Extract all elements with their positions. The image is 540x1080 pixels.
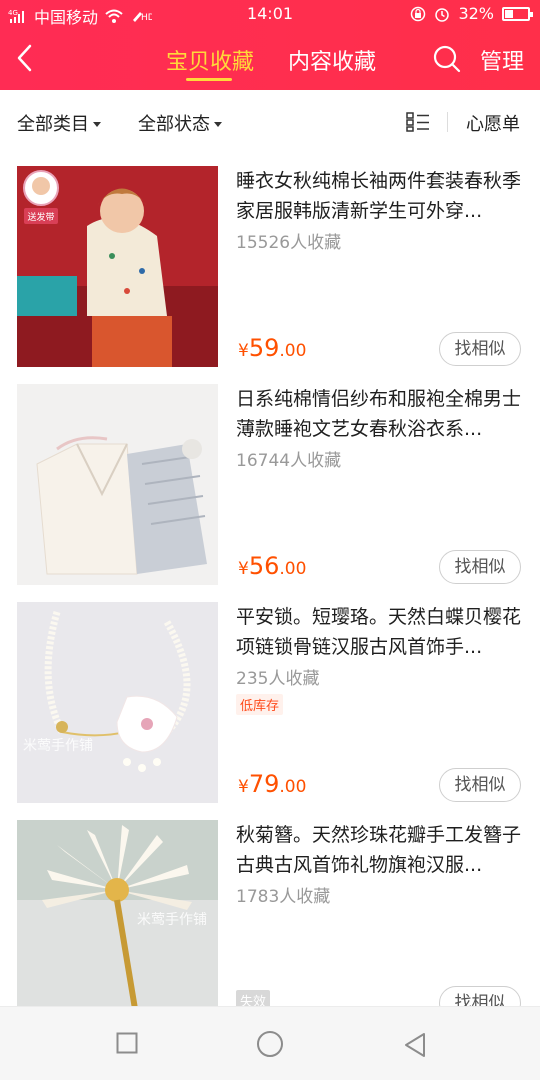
image-watermark: 米莺手作铺 <box>137 912 207 928</box>
currency-symbol: ¥ <box>238 777 249 797</box>
price-integer: 59 <box>248 334 280 362</box>
product-price: ¥79.00 <box>238 770 306 798</box>
product-title[interactable]: 平安锁。短璎珞。天然白蝶贝樱花项链锁骨链汉服古风首饰手... <box>236 602 522 662</box>
favorite-count: 16744人收藏 <box>236 451 342 471</box>
list-item[interactable]: 日系纯棉情侣纱布和服袍全棉男士薄款睡袍文艺女春秋浴衣系... 16744人收藏 … <box>0 370 540 588</box>
favorite-count: 1783人收藏 <box>236 887 331 907</box>
product-image[interactable]: 送发带 <box>17 166 218 367</box>
category-filter[interactable]: 全部类目 <box>17 110 101 136</box>
category-filter-label: 全部类目 <box>17 114 89 135</box>
find-similar-button[interactable]: 找相似 <box>439 768 521 802</box>
search-icon[interactable] <box>432 44 462 74</box>
tab-item-favorites[interactable]: 宝贝收藏 <box>166 44 254 76</box>
system-nav-bar <box>0 1006 540 1080</box>
list-view-icon[interactable] <box>406 112 430 132</box>
product-image[interactable]: 米莺手作铺 <box>17 820 218 1006</box>
price-decimal: .00 <box>279 777 307 797</box>
lock-rotation-icon <box>411 6 426 21</box>
favorite-count: 235人收藏 <box>236 669 320 689</box>
find-similar-button[interactable]: 找相似 <box>439 332 521 366</box>
filter-bar: 全部类目 全部状态 心愿单 <box>0 90 540 152</box>
product-title[interactable]: 睡衣女秋纯棉长袖两件套装春秋季家居服韩版清新学生可外穿... <box>236 166 522 226</box>
active-tab-indicator <box>186 78 232 81</box>
product-price: ¥59.00 <box>238 334 306 362</box>
favorite-count: 15526人收藏 <box>236 233 342 253</box>
price-decimal: .00 <box>279 341 307 361</box>
favorites-list: 送发带 睡衣女秋纯棉长袖两件套装春秋季家居服韩版清新学生可外穿... 15526… <box>0 152 540 1006</box>
price-decimal: .00 <box>279 559 307 579</box>
low-stock-tag: 低库存 <box>236 694 284 715</box>
top-header: 4G 中国移动 HD 14:01 32% 宝贝收藏 内容收藏 管理 <box>0 0 540 90</box>
currency-symbol: ¥ <box>238 341 249 361</box>
wishlist-link[interactable]: 心愿单 <box>466 110 520 136</box>
caret-down-icon <box>214 121 222 127</box>
caret-down-icon <box>93 121 101 127</box>
currency-symbol: ¥ <box>238 559 249 579</box>
square-nav-icon[interactable] <box>116 1032 138 1054</box>
image-watermark: 米莺手作铺 <box>23 738 93 754</box>
product-price: ¥56.00 <box>238 552 306 580</box>
price-integer: 56 <box>248 552 280 580</box>
status-filter[interactable]: 全部状态 <box>138 110 222 136</box>
list-item[interactable]: 送发带 睡衣女秋纯棉长袖两件套装春秋季家居服韩版清新学生可外穿... 15526… <box>0 152 540 370</box>
back-icon[interactable] <box>12 42 40 74</box>
circle-nav-icon[interactable] <box>256 1030 284 1058</box>
status-bar: 4G 中国移动 HD 14:01 32% <box>0 0 540 28</box>
tab-content-favorites[interactable]: 内容收藏 <box>288 44 376 76</box>
battery-icon <box>502 6 533 21</box>
product-title[interactable]: 秋菊簪。天然珍珠花瓣手工发簪子古典古风首饰礼物旗袍汉服... <box>236 820 522 880</box>
alarm-icon <box>435 7 450 22</box>
find-similar-button[interactable]: 找相似 <box>439 986 521 1006</box>
battery-percent: 32% <box>458 4 494 23</box>
status-filter-label: 全部状态 <box>138 114 210 135</box>
triangle-nav-icon[interactable] <box>402 1032 428 1058</box>
manage-button[interactable]: 管理 <box>480 44 524 76</box>
list-item[interactable]: 米莺手作铺 平安锁。短璎珞。天然白蝶贝樱花项链锁骨链汉服古风首饰手... 235… <box>0 588 540 806</box>
nav-row: 宝贝收藏 内容收藏 管理 <box>0 28 540 90</box>
product-title[interactable]: 日系纯棉情侣纱布和服袍全棉男士薄款睡袍文艺女春秋浴衣系... <box>236 384 522 444</box>
product-image[interactable]: 米莺手作铺 <box>17 602 218 803</box>
image-badge: 送发带 <box>27 211 54 223</box>
divider <box>447 112 448 132</box>
price-integer: 79 <box>248 770 280 798</box>
invalid-tag: 失效 <box>236 990 271 1006</box>
product-image[interactable] <box>17 384 218 585</box>
find-similar-button[interactable]: 找相似 <box>439 550 521 584</box>
list-item[interactable]: 米莺手作铺 秋菊簪。天然珍珠花瓣手工发簪子古典古风首饰礼物旗袍汉服... 178… <box>0 806 540 1006</box>
